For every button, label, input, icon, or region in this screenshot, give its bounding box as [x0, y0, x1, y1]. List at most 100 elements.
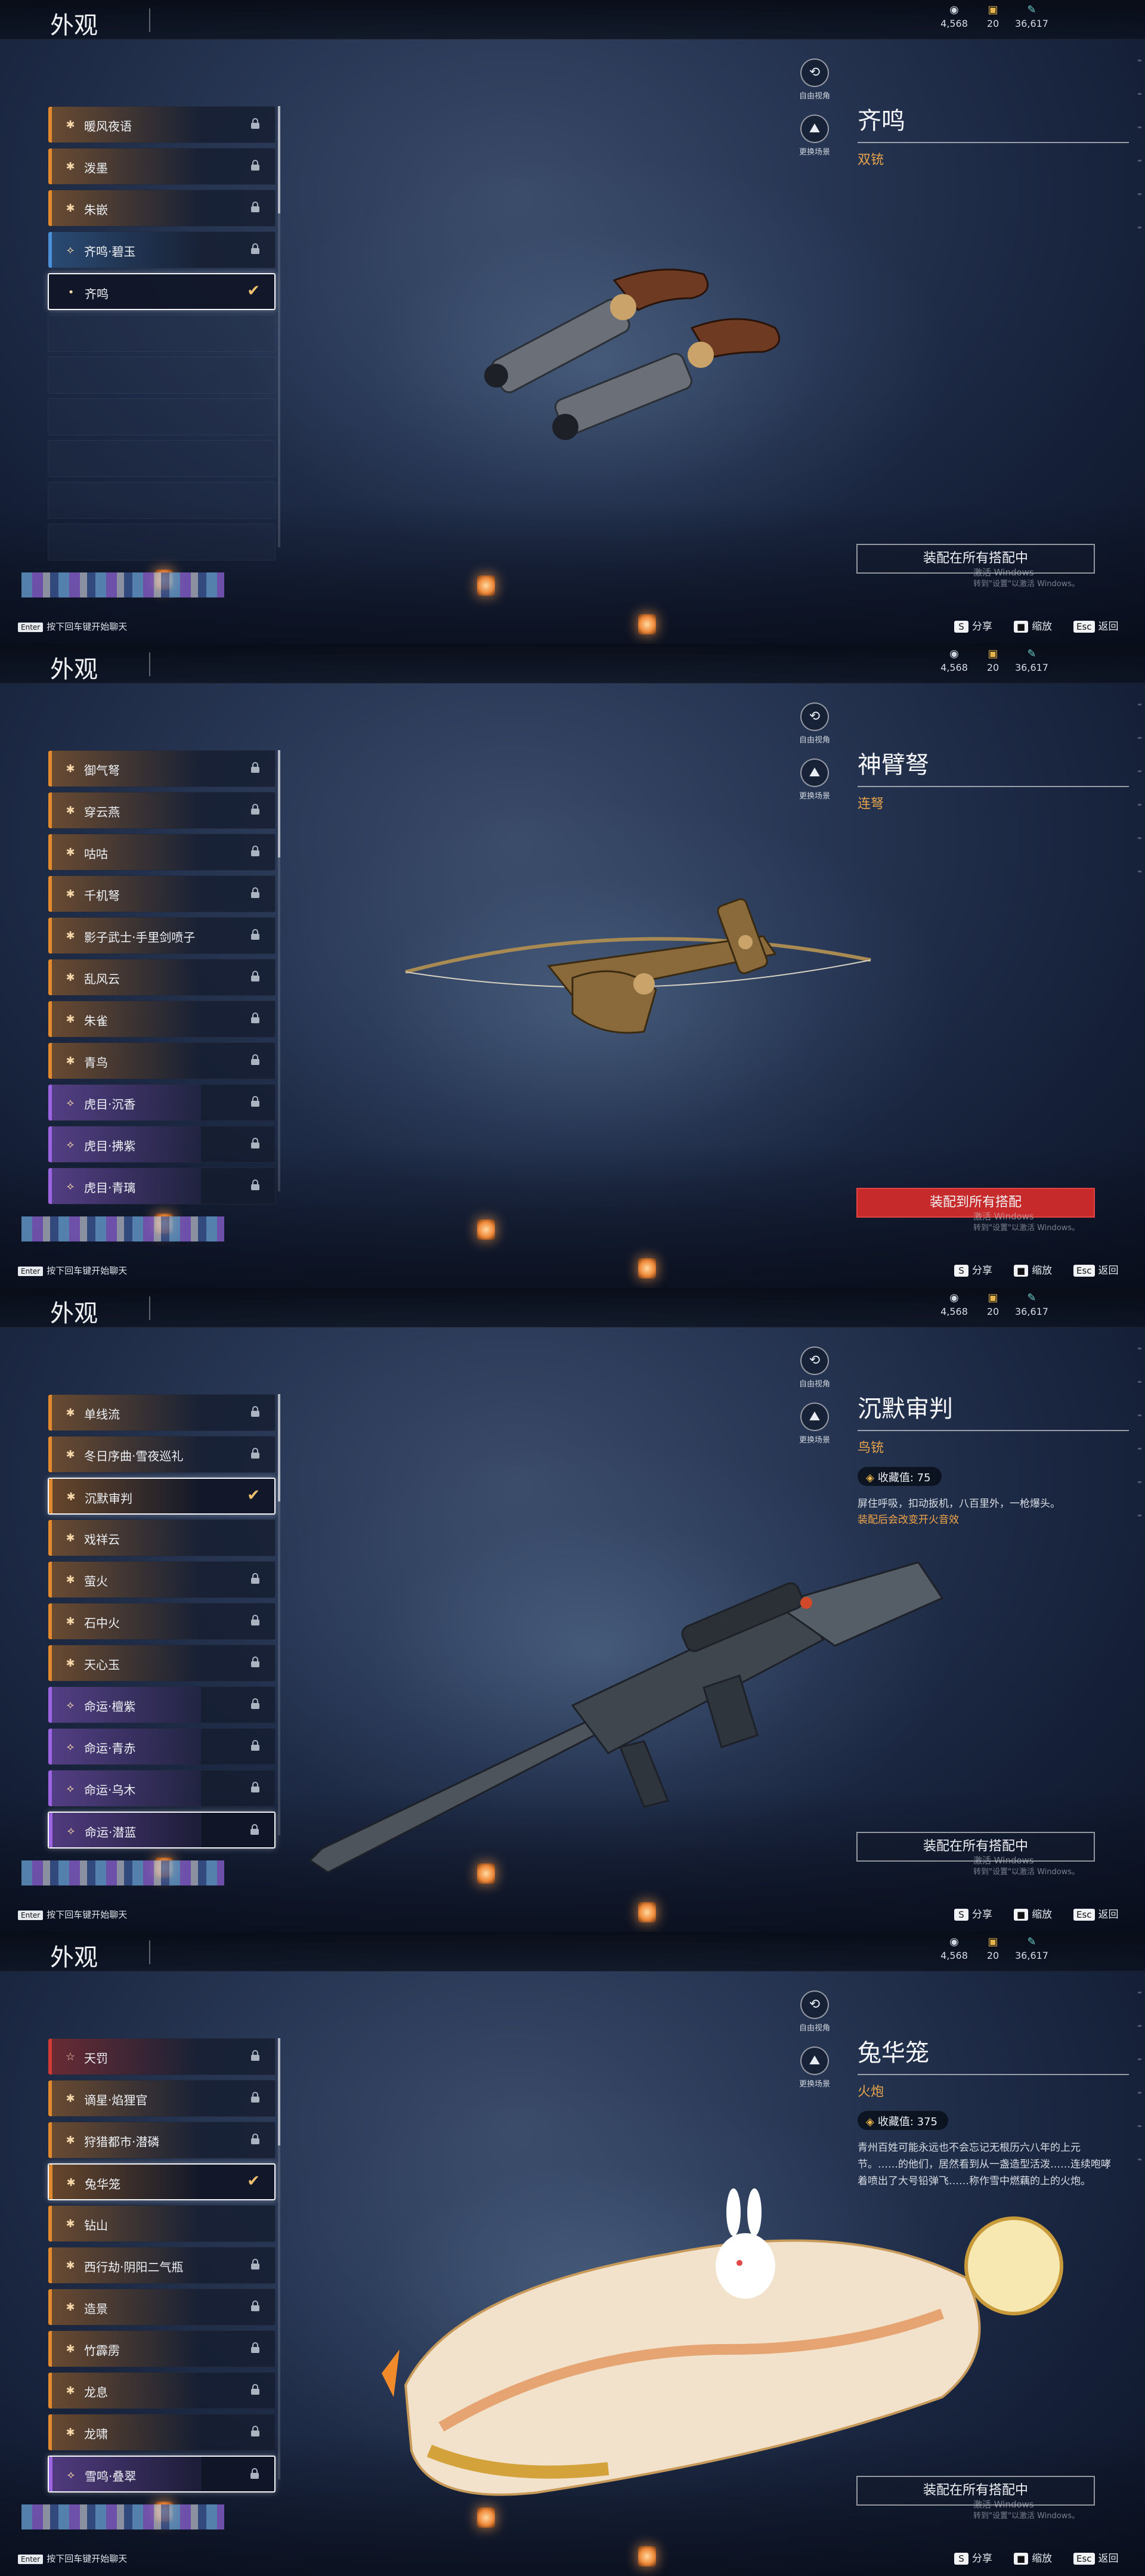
free-view-button[interactable]: ⟲ 自由视角	[796, 1990, 833, 2033]
item-description: 青州百姓可能永远也不会忘记无根历六八年的上元节。……的他们，居然看到从一盏造型活…	[858, 2142, 1111, 2187]
scroll-thumb[interactable]	[278, 1394, 280, 1501]
skin-item[interactable]: ✱ 沉默审判 ✔	[48, 1478, 276, 1515]
skin-item[interactable]: ✱ 暖风夜语	[48, 106, 276, 143]
skin-item[interactable]: ✱ 竹霹雳	[48, 2330, 276, 2367]
currency-2: ✎ 36,617	[1008, 4, 1056, 29]
free-view-icon: ⟲	[800, 1990, 829, 2019]
skin-item[interactable]: ⟡ 虎目·拂紫	[48, 1126, 276, 1163]
button-caption: 更换场景	[799, 148, 830, 157]
hotkey-分享[interactable]: S 分享	[954, 618, 992, 633]
skin-label: 造景	[84, 2302, 108, 2316]
hotkey-返回[interactable]: Esc 返回	[1073, 2550, 1119, 2565]
skin-item[interactable]: ⟡ 雪鸣·叠翠	[48, 2456, 276, 2493]
skin-item[interactable]: ✱ 泼墨	[48, 148, 276, 185]
skin-item[interactable]: ⟡ 命运·青赤	[48, 1728, 276, 1765]
skin-item[interactable]: ✱ 朱嵌	[48, 190, 276, 227]
skin-item[interactable]: ✱ 萤火	[48, 1561, 276, 1598]
watermark-line-2: 转到"设置"以激活 Windows。	[973, 1224, 1080, 1233]
skin-item[interactable]: ✱ 青鸟	[48, 1042, 276, 1079]
scroll-thumb[interactable]	[278, 2038, 280, 2145]
crossbow-weapon-model[interactable]	[394, 877, 883, 1058]
sniper-weapon-model[interactable]	[286, 1550, 954, 1887]
skin-item[interactable]: ✱ 天心玉	[48, 1645, 276, 1682]
change-scene-button[interactable]: ⛰ 更换场景	[796, 1402, 833, 1445]
lock-icon	[251, 118, 259, 129]
hotkey-分享[interactable]: S 分享	[954, 2550, 992, 2565]
box-icon: ▣	[988, 1936, 998, 1948]
list-scrollbar[interactable]	[278, 106, 280, 547]
hotkey-缩放[interactable]: ■ 缩放	[1014, 2550, 1052, 2565]
skin-item[interactable]: ✱ 戏祥云	[48, 1519, 276, 1556]
hotkey-分享[interactable]: S 分享	[954, 1262, 992, 1277]
hotkey-缩放[interactable]: ■ 缩放	[1014, 618, 1052, 633]
skin-item[interactable]: ✱ 西行劫·阴阳二气瓶	[48, 2247, 276, 2284]
skin-icon: ✱	[66, 930, 75, 942]
name-divider	[858, 142, 1129, 143]
skin-item[interactable]: ☆ 天罚	[48, 2038, 276, 2075]
skin-item[interactable]: ✱ 冬日序曲·雪夜巡礼	[48, 1436, 276, 1473]
hotkey-分享[interactable]: S 分享	[954, 1906, 992, 1921]
eye-coin-icon: ◉	[949, 1936, 959, 1948]
skin-list: ✱ 单线流 ✱ 冬日序曲·雪夜巡礼 ✱ 沉默审判 ✔ ✱ 戏祥云 ✱ 萤火 ✱ 石中火 ✱ 天心玉 ⟡ 命运·檀…	[48, 1394, 276, 1853]
skin-icon: ✱	[66, 1657, 75, 1670]
enter-key: Enter	[18, 2555, 44, 2564]
change-scene-button[interactable]: ⛰ 更换场景	[796, 114, 833, 157]
change-scene-button[interactable]: ⛰ 更换场景	[796, 758, 833, 801]
cannon-weapon-model[interactable]	[358, 2171, 1097, 2519]
skin-item[interactable]: ⟡ 虎目·沉香	[48, 1084, 276, 1121]
hotkey-缩放[interactable]: ■ 缩放	[1014, 1906, 1052, 1921]
skin-item[interactable]: ✱ 御气弩	[48, 750, 276, 787]
scroll-thumb[interactable]	[278, 106, 280, 213]
lock-icon	[251, 1782, 259, 1792]
skin-item[interactable]: ✱ 钻山	[48, 2205, 276, 2242]
skin-item[interactable]: ✱ 龙息	[48, 2372, 276, 2409]
skin-item[interactable]: ✱ 乱风云	[48, 959, 276, 996]
skin-item[interactable]: ⟡ 命运·檀紫	[48, 1686, 276, 1723]
skin-label: 沉默审判	[85, 1491, 132, 1506]
pistols-weapon-model[interactable]	[465, 239, 799, 456]
skin-icon: ✱	[66, 2218, 75, 2230]
list-scrollbar[interactable]	[278, 1394, 280, 1835]
skin-label: 影子武士·手里剑喷子	[84, 930, 196, 945]
free-view-button[interactable]: ⟲ 自由视角	[796, 702, 833, 745]
chat-preview-blurred	[21, 1860, 224, 1885]
skin-item[interactable]: ✱ 咕咕	[48, 834, 276, 871]
skin-list: ☆ 天罚 ✱ 谪星·焰狸官 ✱ 狩猎都市·潜磷 ✱ 兔华笼 ✔ ✱ 钻山 ✱ 西行劫·阴阳二气瓶 ✱ 造景 ✱…	[48, 2038, 276, 2497]
skin-item[interactable]: ✱ 造景	[48, 2289, 276, 2326]
list-scrollbar[interactable]	[278, 750, 280, 1191]
list-scrollbar[interactable]	[278, 2038, 280, 2479]
edge-ticks	[1138, 60, 1141, 250]
scroll-thumb[interactable]	[278, 750, 280, 857]
hotkey-返回[interactable]: Esc 返回	[1073, 1262, 1119, 1277]
skin-item[interactable]: • 齐鸣 ✔	[48, 273, 276, 310]
change-scene-button[interactable]: ⛰ 更换场景	[796, 2046, 833, 2089]
skin-item[interactable]: ✱ 谪星·焰狸官	[48, 2080, 276, 2117]
pixelated-chat	[21, 1860, 224, 1885]
lock-icon	[251, 846, 259, 856]
skin-item[interactable]: ✱ 龙啸	[48, 2414, 276, 2451]
skin-item[interactable]: ⟡ 虎目·青璃	[48, 1168, 276, 1205]
checkmark-icon: ✔	[247, 282, 260, 300]
skin-item[interactable]: ✱ 影子武士·手里剑喷子	[48, 917, 276, 954]
skin-item[interactable]: ✱ 兔华笼 ✔	[48, 2163, 276, 2200]
key-cap: ■	[1014, 1265, 1029, 1277]
hotkey-返回[interactable]: Esc 返回	[1073, 618, 1119, 633]
skin-item[interactable]: ✱ 朱雀	[48, 1001, 276, 1038]
skin-icon: ✱	[66, 2343, 75, 2355]
free-view-button[interactable]: ⟲ 自由视角	[796, 1346, 833, 1389]
hotkey-缩放[interactable]: ■ 缩放	[1014, 1262, 1052, 1277]
skin-item[interactable]: ⟡ 命运·潜蓝	[48, 1812, 276, 1849]
hotkey-返回[interactable]: Esc 返回	[1073, 1906, 1119, 1921]
free-view-button[interactable]: ⟲ 自由视角	[796, 58, 833, 101]
skin-item[interactable]: ✱ 千机弩	[48, 875, 276, 912]
coin-icon: ◈	[866, 1472, 874, 1484]
skin-item[interactable]: ⟡ 齐鸣·碧玉	[48, 231, 276, 268]
hotkey-label: 返回	[1098, 2553, 1119, 2565]
skin-item[interactable]: ✱ 穿云燕	[48, 792, 276, 829]
skin-item[interactable]: ✱ 狩猎都市·潜磷	[48, 2122, 276, 2159]
skin-list: ✱ 御气弩 ✱ 穿云燕 ✱ 咕咕 ✱ 千机弩 ✱ 影子武士·手里剑喷子 ✱ 乱风云 ✱ 朱雀 ✱ 青鸟 ⟡ 虎目·…	[48, 750, 276, 1209]
skin-item[interactable]: ✱ 石中火	[48, 1603, 276, 1640]
skin-item[interactable]: ✱ 单线流	[48, 1394, 276, 1431]
top-bar: 外观 ◉ 4,568 ▣ 20 ✎ 36,617	[0, 0, 1145, 39]
skin-item[interactable]: ⟡ 命运·乌木	[48, 1770, 276, 1807]
